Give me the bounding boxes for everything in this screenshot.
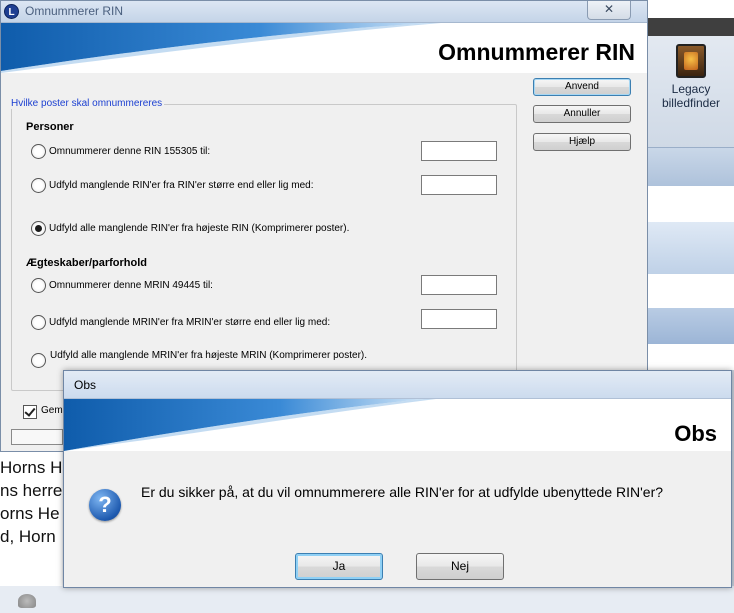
- background-list-item[interactable]: orns He: [0, 504, 60, 524]
- radio-button[interactable]: [31, 353, 46, 368]
- dialog-titlebar: L Omnummerer RIN ✕: [1, 1, 647, 23]
- close-button[interactable]: ✕: [587, 1, 631, 20]
- help-button[interactable]: Hjælp: [533, 133, 631, 151]
- banner-swoosh: [64, 399, 436, 451]
- cancel-button-label: Annuller: [563, 108, 601, 119]
- legacy-picture-finder-button[interactable]: Legacy billedfinder: [650, 42, 732, 126]
- no-button-label: Nej: [450, 559, 469, 573]
- legacy-picture-finder-label: Legacy billedfinder: [661, 82, 721, 110]
- radio-label: Omnummerer denne MRIN 49445 til:: [49, 280, 213, 291]
- apply-button-label: Anvend: [565, 81, 599, 92]
- background-list-item[interactable]: Horns H: [0, 458, 62, 478]
- radio-button[interactable]: [31, 178, 46, 193]
- confirm-dialog: Obs Obs ? Er du sikker på, at du vil omn…: [63, 370, 732, 588]
- group-label: Hvilke poster skal omnummereres: [9, 98, 165, 109]
- fill-rin-from-input[interactable]: [421, 175, 497, 195]
- background-panel-band: [648, 274, 734, 308]
- renumber-rin-input[interactable]: [421, 141, 497, 161]
- yes-button-label: Ja: [332, 559, 346, 573]
- radio-button[interactable]: [31, 315, 46, 330]
- dialog-banner: Omnummerer RIN: [1, 23, 647, 73]
- background-panel-band: [648, 344, 734, 370]
- confirm-titlebar: Obs: [64, 371, 731, 399]
- no-button[interactable]: Nej: [416, 553, 504, 580]
- marriages-heading: Ægteskaber/parforhold: [26, 257, 148, 269]
- radio-renumber-rin[interactable]: Omnummerer denne RIN 155305 til:: [31, 144, 210, 159]
- radio-label: Udfyld alle manglende MRIN'er fra højest…: [50, 350, 368, 361]
- cancel-button[interactable]: Annuller: [533, 105, 631, 123]
- confirm-banner: Obs: [64, 399, 731, 451]
- radio-fill-mrin-from[interactable]: Udfyld manglende MRIN'er fra MRIN'er stø…: [31, 315, 330, 330]
- background-panel-band: [648, 148, 734, 186]
- confirm-message: Er du sikker på, at du vil omnummerere a…: [141, 484, 664, 500]
- radio-label: Omnummerer denne RIN 155305 til:: [49, 146, 211, 157]
- radio-fill-all-mrin[interactable]: [31, 353, 49, 368]
- dialog-window-title: Omnummerer RIN: [25, 4, 124, 18]
- background-panel-band: [648, 186, 734, 222]
- radio-button-selected[interactable]: [31, 221, 46, 236]
- background-dark-bar: [648, 18, 734, 36]
- picture-finder-icon: [676, 44, 706, 78]
- help-button-label: Hjælp: [568, 136, 596, 147]
- radio-label: Udfyld manglende RIN'er fra RIN'er størr…: [49, 180, 314, 191]
- fill-mrin-from-input[interactable]: [421, 309, 497, 329]
- radio-button[interactable]: [31, 278, 46, 293]
- persons-heading: Personer: [26, 121, 74, 133]
- save-checkbox[interactable]: [23, 405, 37, 419]
- dialog-banner-title: Omnummerer RIN: [438, 39, 635, 65]
- person-icon: [18, 594, 36, 608]
- yes-button[interactable]: Ja: [295, 553, 383, 580]
- confirm-window-title: Obs: [74, 378, 97, 392]
- question-icon: ?: [89, 489, 121, 521]
- background-list-item[interactable]: ns herre: [0, 481, 62, 501]
- background-panel-band: [648, 308, 734, 344]
- radio-fill-all-rin[interactable]: Udfyld alle manglende RIN'er fra højeste…: [31, 221, 349, 236]
- background-panel-band: [648, 222, 734, 274]
- apply-button[interactable]: Anvend: [533, 78, 631, 96]
- radio-renumber-mrin[interactable]: Omnummerer denne MRIN 49445 til:: [31, 278, 213, 293]
- radio-label: Udfyld alle manglende RIN'er fra højeste…: [49, 223, 350, 234]
- confirm-banner-title: Obs: [674, 421, 717, 446]
- renumber-mrin-input[interactable]: [421, 275, 497, 295]
- progress-bar: [11, 429, 63, 445]
- legacy-app-icon: L: [4, 4, 19, 19]
- background-bottom-strip: [0, 586, 734, 613]
- radio-fill-rin-from[interactable]: Udfyld manglende RIN'er fra RIN'er størr…: [31, 178, 313, 193]
- background-top-strip: [648, 0, 734, 18]
- radio-button[interactable]: [31, 144, 46, 159]
- save-checkbox-label: Gem: [41, 405, 63, 416]
- radio-label: Udfyld manglende MRIN'er fra MRIN'er stø…: [49, 317, 331, 328]
- background-list-item[interactable]: d, Horn: [0, 527, 56, 547]
